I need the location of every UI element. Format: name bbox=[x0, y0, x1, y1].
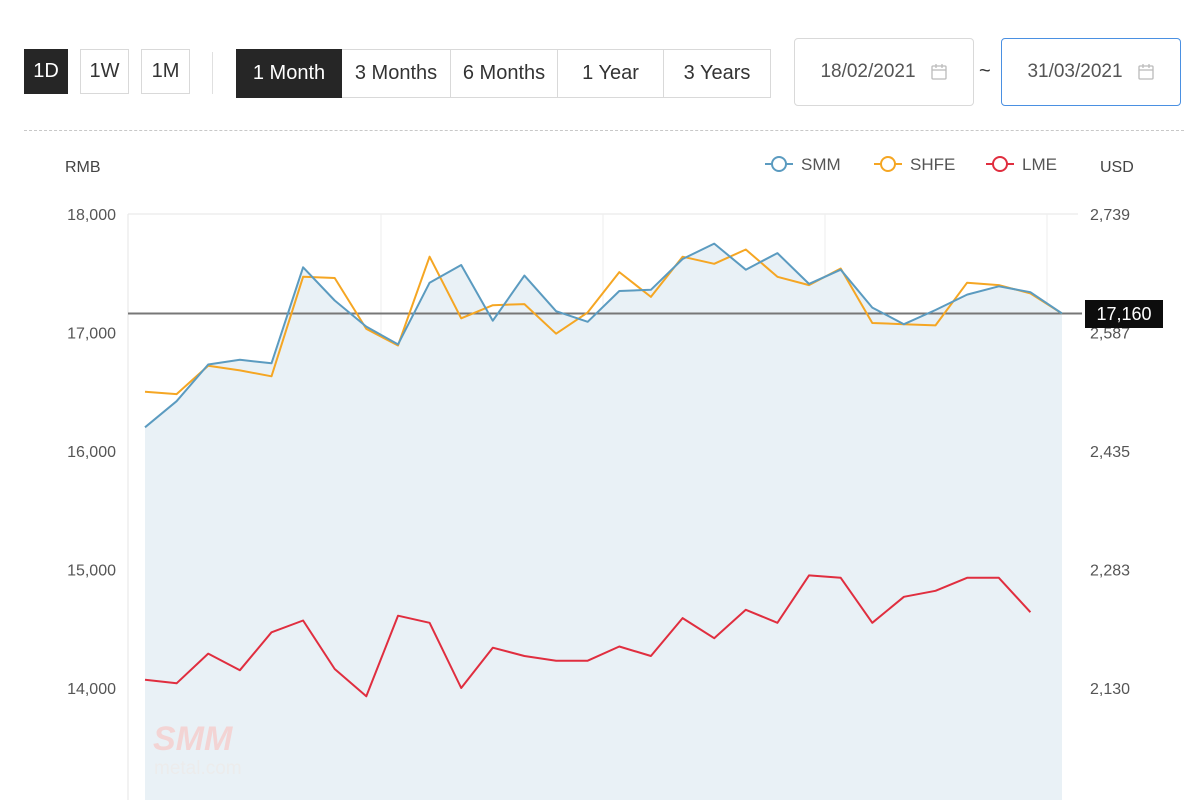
calendar-icon bbox=[1137, 64, 1154, 80]
legend-marker-smm bbox=[771, 156, 787, 172]
tab-6-months[interactable]: 6 Months bbox=[451, 49, 558, 98]
range-tabs: 1 Month 3 Months 6 Months 1 Year 3 Years bbox=[236, 49, 771, 98]
right-tick-label: 2,283 bbox=[1090, 563, 1130, 580]
tab-1-month[interactable]: 1 Month bbox=[236, 49, 342, 98]
watermark-logo: SMM bbox=[153, 720, 233, 758]
tab-3-months[interactable]: 3 Months bbox=[342, 49, 451, 98]
start-date-field[interactable]: 18/02/2021 bbox=[794, 38, 974, 106]
right-tick-label: 2,130 bbox=[1090, 681, 1130, 698]
date-range-separator: ~ bbox=[979, 60, 991, 82]
tab-3-years[interactable]: 3 Years bbox=[664, 49, 771, 98]
legend-label-smm: SMM bbox=[801, 155, 841, 174]
right-tick-label: 2,587 bbox=[1090, 326, 1130, 343]
right-tick-label: 2,739 bbox=[1090, 207, 1130, 224]
legend-marker-lme bbox=[992, 156, 1008, 172]
current-price-tag: 17,160 bbox=[1085, 300, 1163, 328]
watermark-site: metal.com bbox=[154, 758, 242, 779]
tab-1-year[interactable]: 1 Year bbox=[558, 49, 664, 98]
toolbar: 1D 1W 1M 1 Month 3 Months 6 Months 1 Yea… bbox=[0, 0, 1200, 130]
interval-1m-button[interactable]: 1M bbox=[141, 49, 190, 94]
left-tick-label: 16,000 bbox=[67, 444, 116, 461]
left-tick-label: 15,000 bbox=[67, 563, 116, 580]
calendar-icon bbox=[930, 64, 947, 80]
legend-label-shfe: SHFE bbox=[910, 155, 955, 174]
toolbar-divider-dashed bbox=[24, 130, 1184, 131]
left-axis-unit: RMB bbox=[65, 159, 101, 176]
left-tick-label: 14,000 bbox=[67, 681, 116, 698]
end-date-value: 31/03/2021 bbox=[1027, 61, 1123, 82]
legend-label-lme: LME bbox=[1022, 155, 1057, 174]
right-axis-unit: USD bbox=[1100, 159, 1134, 176]
interval-1d-button[interactable]: 1D bbox=[24, 49, 68, 94]
left-tick-label: 17,000 bbox=[67, 326, 116, 343]
toolbar-divider bbox=[212, 52, 213, 94]
start-date-value: 18/02/2021 bbox=[820, 61, 916, 82]
left-tick-label: 18,000 bbox=[67, 207, 116, 224]
legend-marker-shfe bbox=[880, 156, 896, 172]
price-chart: RMBUSD18,00017,00016,00015,00014,00013,0… bbox=[65, 155, 1134, 800]
end-date-field[interactable]: 31/03/2021 bbox=[1001, 38, 1181, 106]
interval-1w-button[interactable]: 1W bbox=[80, 49, 129, 94]
right-tick-label: 2,435 bbox=[1090, 444, 1130, 461]
